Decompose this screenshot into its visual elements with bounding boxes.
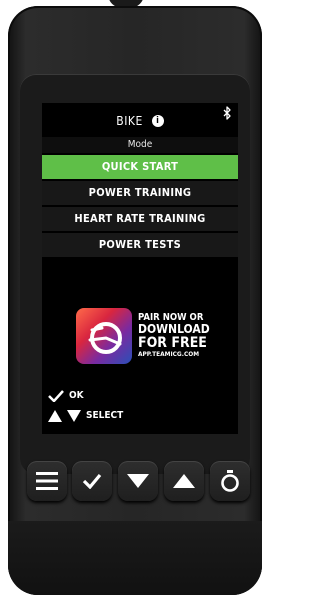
up-button[interactable] bbox=[164, 461, 204, 501]
down-button[interactable] bbox=[118, 461, 158, 501]
device-lower-body bbox=[8, 521, 262, 595]
console-screen: BIKE i Mode QUICK START POWER TRAINING H… bbox=[42, 103, 238, 434]
promo-url: APP.TEAMICG.COM bbox=[138, 350, 200, 358]
mode-label: Mode bbox=[42, 137, 238, 153]
page-title: BIKE i bbox=[42, 114, 238, 128]
menu-item-power-training[interactable]: POWER TRAINING bbox=[42, 181, 238, 205]
triangle-down-icon bbox=[67, 410, 81, 422]
bluetooth-icon bbox=[223, 106, 231, 120]
promo-text: PAIR NOW OR DOWNLOAD FOR FREE APP.TEAMIC… bbox=[138, 312, 238, 359]
screen-header: BIKE i bbox=[42, 103, 238, 137]
menu-button[interactable] bbox=[27, 461, 67, 501]
info-icon[interactable]: i bbox=[151, 114, 164, 127]
confirm-button[interactable] bbox=[72, 461, 112, 501]
triangle-up-icon bbox=[173, 474, 195, 488]
app-logo-icon bbox=[76, 308, 132, 364]
triangle-up-icon bbox=[48, 410, 62, 422]
button-legend: OK SELECT bbox=[48, 386, 123, 426]
hamburger-icon bbox=[36, 472, 58, 490]
menu-item-power-tests[interactable]: POWER TESTS bbox=[42, 233, 238, 257]
promo-line-3: FOR FREE bbox=[138, 335, 207, 351]
triangle-down-icon bbox=[127, 474, 149, 488]
legend-ok: OK bbox=[48, 386, 123, 406]
timer-button[interactable] bbox=[210, 461, 250, 501]
stopwatch-icon bbox=[221, 470, 239, 492]
title-text: BIKE bbox=[116, 114, 143, 128]
checkmark-icon bbox=[48, 390, 64, 402]
legend-select: SELECT bbox=[48, 406, 123, 426]
menu-item-quick-start[interactable]: QUICK START bbox=[42, 155, 238, 179]
app-promo: PAIR NOW OR DOWNLOAD FOR FREE APP.TEAMIC… bbox=[76, 308, 236, 364]
legend-ok-label: OK bbox=[69, 390, 84, 401]
checkmark-icon bbox=[82, 473, 102, 489]
menu-item-heart-rate-training[interactable]: HEART RATE TRAINING bbox=[42, 207, 238, 231]
legend-select-label: SELECT bbox=[86, 410, 124, 421]
